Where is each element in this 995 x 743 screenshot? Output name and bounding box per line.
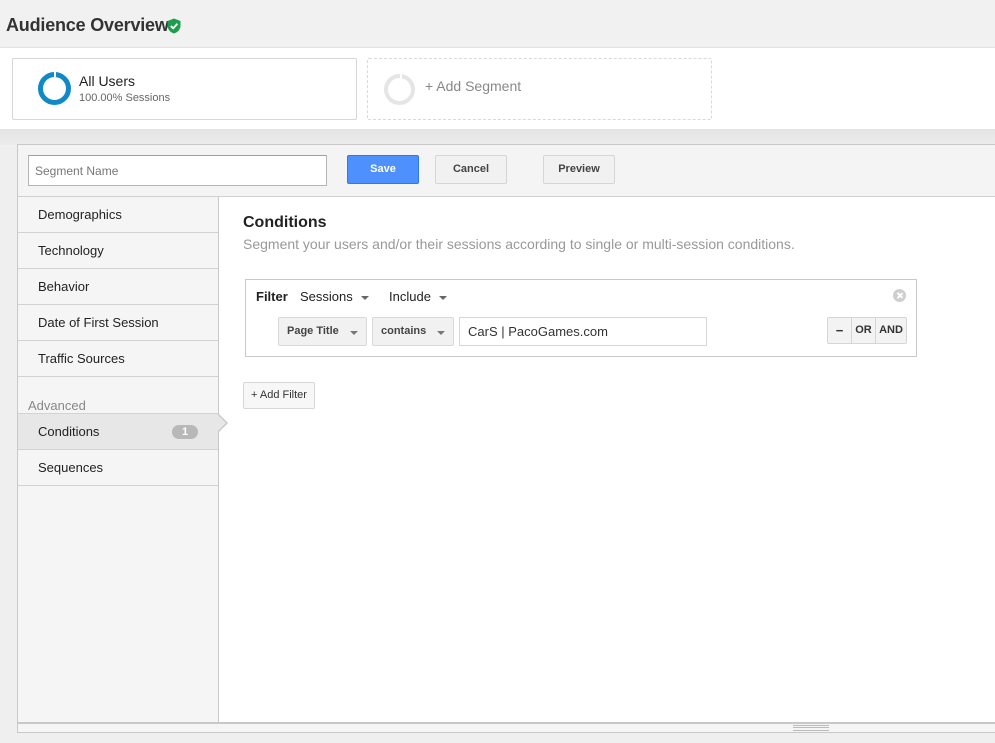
sidebar-item-traffic-sources[interactable]: Traffic Sources [18,341,218,377]
conditions-title: Conditions [243,214,327,231]
add-segment-label: + Add Segment [425,78,522,94]
segment-editor: Save Cancel Preview Demographics Technol… [17,144,995,724]
include-value: Include [389,289,431,304]
add-segment-button[interactable]: + Add Segment [367,58,712,120]
preview-button[interactable]: Preview [543,155,615,184]
page-title: Audience Overview [6,15,169,35]
resize-bar [17,722,995,733]
condition-value-input[interactable] [459,317,707,346]
segment-card-all-users[interactable]: All Users 100.00% Sessions [12,58,357,120]
segment-ring-icon [38,72,71,105]
operator-select[interactable]: contains [372,317,454,346]
remove-filter-icon[interactable] [893,289,906,302]
segment-name: All Users [79,73,136,89]
filter-box: Filter Sessions Include Page Title conta… [245,279,917,357]
separator-band [0,129,995,145]
sidebar-item-label: Conditions [38,424,100,439]
remove-condition-button[interactable]: − [828,318,852,343]
and-button[interactable]: AND [876,318,906,343]
conditions-description: Segment your users and/or their sessions… [243,236,795,252]
sidebar-item-conditions[interactable]: Conditions 1 [18,413,218,450]
sidebar-heading-advanced: Advanced [28,398,86,413]
conditions-panel: Conditions Segment your users and/or the… [220,197,995,723]
scope-dropdown[interactable]: Sessions [300,289,369,304]
sidebar-item-demographics[interactable]: Demographics [18,197,218,233]
sidebar-item-sequences[interactable]: Sequences [18,450,218,486]
cancel-button[interactable]: Cancel [435,155,507,184]
dimension-value: Page Title [287,325,339,337]
filter-label: Filter [256,289,288,304]
include-dropdown[interactable]: Include [389,289,447,304]
conditions-count-badge: 1 [172,425,198,439]
dimension-select[interactable]: Page Title [278,317,367,346]
chevron-down-icon [360,295,369,300]
page-header: Audience Overview [0,0,995,47]
empty-segment-ring-icon [384,73,415,105]
save-button[interactable]: Save [347,155,419,184]
sidebar-item-technology[interactable]: Technology [18,233,218,269]
sidebar-item-date-of-first-session[interactable]: Date of First Session [18,305,218,341]
editor-toolbar: Save Cancel Preview [18,145,995,197]
sidebar-item-behavior[interactable]: Behavior [18,269,218,305]
scope-value: Sessions [300,289,353,304]
shield-check-icon [167,18,181,34]
or-button[interactable]: OR [852,318,876,343]
logic-button-group: − OR AND [827,317,907,344]
segment-bar: All Users 100.00% Sessions + Add Segment [0,47,995,129]
resize-grip-icon[interactable] [793,725,829,731]
segment-name-input[interactable] [28,155,327,186]
segment-sidebar: Demographics Technology Behavior Date of… [18,197,219,723]
chevron-down-icon [437,331,445,335]
add-filter-button[interactable]: + Add Filter [243,382,315,409]
segment-percentage: 100.00% Sessions [79,92,171,104]
chevron-down-icon [438,295,447,300]
chevron-down-icon [350,331,358,335]
operator-value: contains [381,325,427,337]
